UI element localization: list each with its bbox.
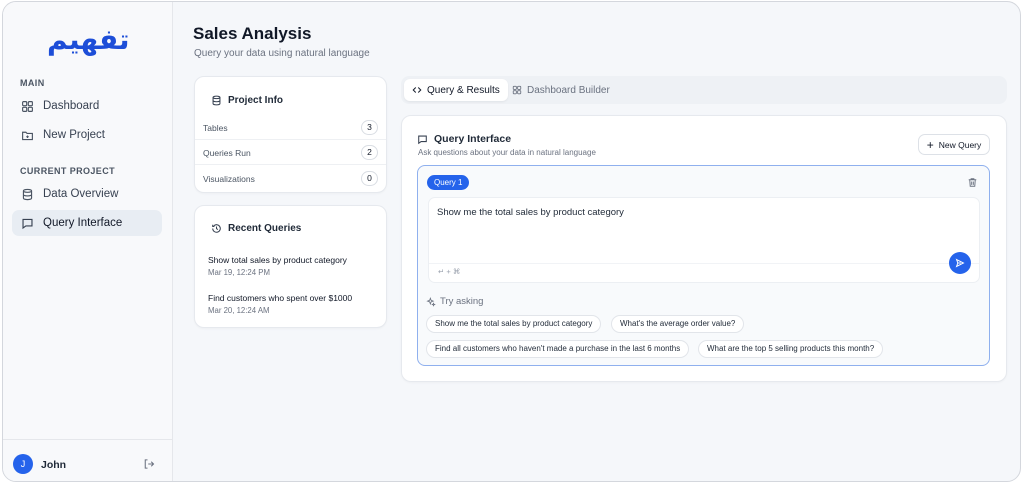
tabs-bar: Query & Results Dashboard Builder xyxy=(401,76,1007,104)
sidebar-item-query-interface[interactable]: Query Interface xyxy=(12,210,162,236)
recent-queries-card: Recent Queries Show total sales by produ… xyxy=(194,205,387,328)
database-icon xyxy=(212,95,221,106)
sidebar-item-new-project[interactable]: New Project xyxy=(12,122,162,148)
trash-icon[interactable] xyxy=(967,177,978,188)
suggestion-chip[interactable]: What are the top 5 selling products this… xyxy=(698,340,884,358)
app-logo[interactable]: تفهيم xyxy=(47,20,130,60)
database-icon xyxy=(21,188,34,201)
try-asking-text: Try asking xyxy=(440,296,484,307)
sidebar-item-dashboard[interactable]: Dashboard xyxy=(12,93,162,119)
stat-row-tables: Tables 3 xyxy=(195,116,386,140)
divider xyxy=(429,263,979,264)
project-info-card: Project Info Tables 3 Queries Run 2 Visu… xyxy=(194,76,387,193)
suggestion-chip[interactable]: Find all customers who haven't made a pu… xyxy=(426,340,690,358)
grid-icon xyxy=(21,100,34,113)
suggestion-chip[interactable]: What's the average order value? xyxy=(611,315,745,333)
stat-row-queries-run: Queries Run 2 xyxy=(195,141,386,165)
recent-queries-title-text: Recent Queries xyxy=(228,223,302,234)
recent-query-date: Mar 20, 12:24 AM xyxy=(208,306,270,315)
sidebar-item-data-overview[interactable]: Data Overview xyxy=(12,181,162,207)
send-icon xyxy=(955,258,965,268)
stat-count: 3 xyxy=(361,120,378,135)
plus-icon: + xyxy=(926,137,934,152)
query-badge: Query 1 xyxy=(427,175,470,190)
message-icon xyxy=(418,135,427,144)
logout-icon[interactable] xyxy=(143,458,155,470)
stat-label: Queries Run xyxy=(203,148,251,158)
recent-query-text[interactable]: Find customers who spent over $1000 xyxy=(208,293,352,303)
section-label-current-project: CURRENT PROJECT xyxy=(20,166,116,176)
project-info-title-text: Project Info xyxy=(228,95,284,106)
user-name: John xyxy=(41,459,67,471)
stat-count: 0 xyxy=(361,171,378,186)
message-icon xyxy=(21,217,34,230)
sidebar-item-label: Data Overview xyxy=(43,188,119,200)
history-icon xyxy=(212,224,221,233)
try-asking-label: Try asking xyxy=(426,296,483,307)
recent-query-text[interactable]: Show total sales by product category xyxy=(208,255,347,265)
sidebar: تفهيم MAIN Dashboard New Project CURRENT… xyxy=(3,2,173,481)
recent-query-date: Mar 19, 12:24 PM xyxy=(208,268,270,277)
recent-queries-title: Recent Queries xyxy=(211,223,301,234)
query-interface-title-text: Query Interface xyxy=(434,133,512,145)
query-interface-title: Query Interface xyxy=(417,133,511,145)
tab-dashboard-builder[interactable]: Dashboard Builder xyxy=(504,79,618,101)
code-icon xyxy=(412,87,422,93)
shortcut-hint: ↵ + ⌘ xyxy=(438,267,461,276)
page-subtitle: Query your data using natural language xyxy=(194,48,370,59)
user-profile: J John xyxy=(3,439,172,481)
stat-row-visualizations: Visualizations 0 xyxy=(195,167,386,191)
project-info-title: Project Info xyxy=(211,95,283,106)
tab-label: Query & Results xyxy=(427,84,500,96)
query-interface-subtitle: Ask questions about your data in natural… xyxy=(418,148,596,157)
query-text: Show me the total sales by product categ… xyxy=(437,207,624,218)
suggestion-chip[interactable]: Show me the total sales by product categ… xyxy=(426,315,602,333)
stat-label: Visualizations xyxy=(203,174,255,184)
tab-label: Dashboard Builder xyxy=(527,84,610,96)
section-label-main: MAIN xyxy=(20,78,45,88)
app-window: تفهيم MAIN Dashboard New Project CURRENT… xyxy=(2,1,1021,482)
sidebar-item-label: Query Interface xyxy=(43,217,123,229)
folder-plus-icon xyxy=(21,129,34,142)
send-button[interactable] xyxy=(949,252,971,274)
tab-query-results[interactable]: Query & Results xyxy=(404,79,508,101)
grid-icon xyxy=(512,85,522,95)
new-query-button[interactable]: + New Query xyxy=(918,134,990,155)
sparkles-icon xyxy=(426,296,436,307)
stat-count: 2 xyxy=(361,145,378,160)
page-title: Sales Analysis xyxy=(193,24,312,43)
stat-label: Tables xyxy=(203,123,228,133)
query-textarea[interactable]: Show me the total sales by product categ… xyxy=(428,197,980,283)
new-query-label: New Query xyxy=(938,139,982,150)
avatar[interactable]: J xyxy=(13,454,33,474)
sidebar-item-label: Dashboard xyxy=(43,100,100,112)
sidebar-item-label: New Project xyxy=(43,129,105,141)
